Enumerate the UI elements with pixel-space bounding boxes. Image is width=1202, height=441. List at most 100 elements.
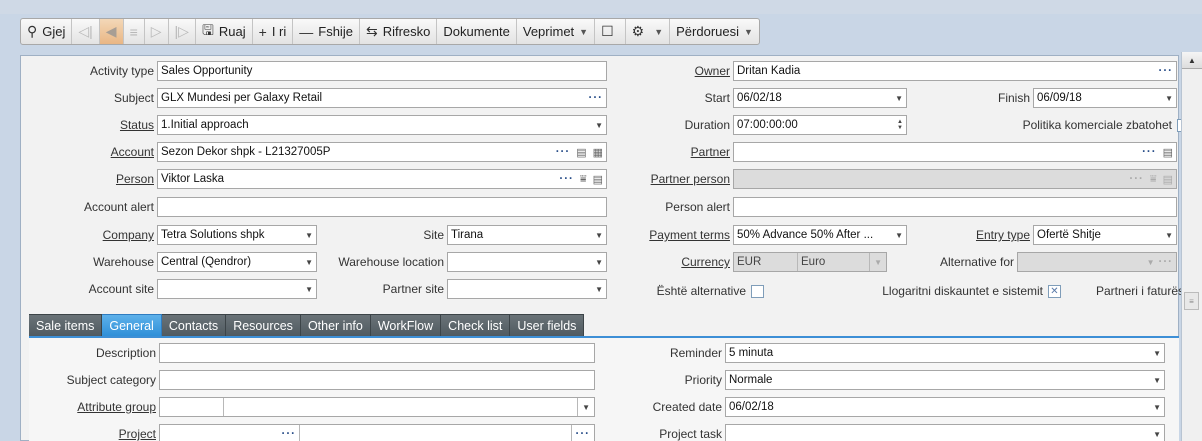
tab-resources[interactable]: Resources bbox=[226, 314, 301, 336]
next-record-button[interactable]: ▷ bbox=[145, 19, 169, 44]
owner-field[interactable]: Dritan Kadia ··· bbox=[733, 61, 1177, 81]
finish-date-field[interactable]: 06/09/18 ▼ bbox=[1033, 88, 1177, 108]
company-select[interactable]: Tetra Solutions shpk ▼ bbox=[157, 225, 317, 245]
calendar-icon[interactable]: ▦ bbox=[593, 146, 603, 159]
payment-terms-link[interactable]: Payment terms bbox=[631, 228, 733, 242]
owner-link[interactable]: Owner bbox=[631, 64, 733, 78]
documents-button[interactable]: Dokumente bbox=[437, 19, 517, 44]
account-site-select[interactable]: ▼ bbox=[157, 279, 317, 299]
new-button[interactable]: + I ri bbox=[253, 19, 294, 44]
search-button[interactable]: ⚲ Gjej bbox=[21, 19, 73, 44]
more-icon[interactable]: ··· bbox=[1142, 146, 1157, 158]
currency-select[interactable]: EUR Euro ▼ bbox=[733, 252, 887, 272]
contact-card-icon[interactable]: ▤ bbox=[1163, 146, 1173, 159]
chevron-down-icon: ▼ bbox=[595, 120, 603, 130]
warehouse-location-select[interactable]: ▼ bbox=[447, 252, 607, 272]
contact-card-icon[interactable]: ▤ bbox=[576, 146, 586, 159]
warehouse-value: Central (Qendror) bbox=[161, 256, 252, 268]
contact-card-icon[interactable]: ▤ bbox=[593, 173, 603, 186]
subject-category-field[interactable] bbox=[159, 370, 595, 390]
attribute-group-row: Attribute group ▼ bbox=[29, 397, 595, 417]
settings-menu[interactable]: ⚙ ▼ bbox=[626, 19, 671, 44]
tab-contacts[interactable]: Contacts bbox=[161, 314, 227, 336]
attribute-group-select[interactable]: ▼ bbox=[159, 397, 595, 417]
system-discounts-checkbox[interactable]: ✕ bbox=[1048, 284, 1061, 298]
person-link[interactable]: Person bbox=[21, 172, 157, 186]
invoice-partner-label: Partneri i faturës bbox=[1095, 284, 1184, 298]
tab-workflow[interactable]: WorkFlow bbox=[370, 314, 442, 336]
attribute-group-link[interactable]: Attribute group bbox=[29, 400, 159, 414]
site-select[interactable]: Tirana ▼ bbox=[447, 225, 607, 245]
previous-record-button[interactable]: ◀ bbox=[99, 19, 124, 44]
scroll-up-icon[interactable]: ▲ bbox=[1182, 52, 1202, 69]
more-icon[interactable]: ··· bbox=[282, 428, 297, 440]
status-link[interactable]: Status bbox=[21, 118, 157, 132]
activity-type-value: Sales Opportunity bbox=[161, 65, 253, 77]
chevron-down-icon: ▼ bbox=[874, 257, 882, 267]
account-field[interactable]: Sezon Dekor shpk - L21327005P ··· ▤ ▦ bbox=[157, 142, 607, 162]
tab-user-fields[interactable]: User fields bbox=[510, 314, 585, 336]
tab-check-list[interactable]: Check list bbox=[441, 314, 511, 336]
tab-sale-items[interactable]: Sale items bbox=[29, 314, 103, 336]
priority-select[interactable]: Normale ▼ bbox=[725, 370, 1165, 390]
search-icon: ⚲ bbox=[27, 23, 38, 39]
more-icon: ··· bbox=[1158, 256, 1173, 268]
more-icon[interactable]: ··· bbox=[589, 92, 604, 104]
created-date-field[interactable]: 06/02/18 ▼ bbox=[725, 397, 1165, 417]
status-select[interactable]: 1.Initial approach ▼ bbox=[157, 115, 607, 135]
project-task-select[interactable]: ▼ bbox=[725, 424, 1165, 441]
first-record-button[interactable]: ◁| bbox=[72, 19, 100, 44]
warehouse-select[interactable]: Central (Qendror) ▼ bbox=[157, 252, 317, 272]
entry-type-link[interactable]: Entry type bbox=[907, 228, 1033, 242]
vertical-scrollbar[interactable]: ▲ ≡ bbox=[1181, 52, 1202, 441]
account-alert-field[interactable] bbox=[157, 197, 607, 217]
payment-terms-select[interactable]: 50% Advance 50% After ... ▼ bbox=[733, 225, 907, 245]
refresh-button[interactable]: ⇆ Rifresko bbox=[360, 19, 438, 44]
delete-button[interactable]: — Fshije bbox=[293, 19, 360, 44]
warehouse-location-label: Warehouse location bbox=[338, 255, 444, 269]
more-icon[interactable]: ··· bbox=[559, 173, 574, 185]
partner-site-select[interactable]: ▼ bbox=[447, 279, 607, 299]
list-button[interactable]: ≡ bbox=[124, 19, 145, 44]
currency-row: Currency EUR Euro ▼ Alternative for ▼ ··· bbox=[631, 252, 1177, 272]
subject-field[interactable]: GLX Mundesi per Galaxy Retail ··· bbox=[157, 88, 607, 108]
subject-label: Subject bbox=[113, 91, 154, 105]
reminder-select[interactable]: 5 minuta ▼ bbox=[725, 343, 1165, 363]
site-label: Site bbox=[423, 228, 444, 242]
project-field[interactable]: ··· ··· bbox=[159, 424, 595, 441]
last-record-button[interactable]: |▷ bbox=[169, 19, 196, 44]
project-link[interactable]: Project bbox=[29, 427, 159, 441]
chevron-down-icon: ▼ bbox=[595, 257, 603, 267]
payment-terms-row: Payment terms 50% Advance 50% After ... ▼… bbox=[631, 225, 1177, 245]
user-menu[interactable]: Përdoruesi ▼ bbox=[670, 19, 759, 44]
filter-icon[interactable]: ⩸ bbox=[580, 173, 587, 186]
entry-type-select[interactable]: Ofertë Shitje ▼ bbox=[1033, 225, 1177, 245]
more-icon[interactable]: ··· bbox=[556, 146, 571, 158]
company-link[interactable]: Company bbox=[21, 228, 157, 242]
start-date-field[interactable]: 06/02/18 ▼ bbox=[733, 88, 907, 108]
minus-icon: — bbox=[299, 23, 314, 40]
start-row: Start 06/02/18 ▼ Finish 06/09/18 ▼ bbox=[631, 88, 1177, 108]
actions-menu[interactable]: Veprimet ▼ bbox=[517, 19, 596, 44]
report-button[interactable]: ☐ bbox=[595, 19, 626, 44]
account-link[interactable]: Account bbox=[21, 145, 157, 159]
subject-value: GLX Mundesi per Galaxy Retail bbox=[161, 92, 323, 104]
save-button[interactable]: 🖫 Ruaj bbox=[196, 19, 253, 44]
is-alternative-checkbox[interactable] bbox=[751, 284, 764, 298]
person-alert-field[interactable] bbox=[733, 197, 1177, 217]
partner-link[interactable]: Partner bbox=[631, 145, 733, 159]
person-field[interactable]: Viktor Laska ··· ⩸ ▤ bbox=[157, 169, 607, 189]
chevron-down-icon: ▼ bbox=[595, 284, 603, 294]
currency-link[interactable]: Currency bbox=[631, 255, 733, 269]
partner-person-link[interactable]: Partner person bbox=[631, 172, 733, 186]
tab-general[interactable]: General bbox=[102, 314, 162, 336]
more-icon[interactable]: ··· bbox=[1159, 65, 1174, 77]
partner-field[interactable]: ··· ▤ bbox=[733, 142, 1177, 162]
scroll-thumb[interactable]: ≡ bbox=[1184, 292, 1199, 310]
tab-other-info[interactable]: Other info bbox=[300, 314, 371, 336]
description-field[interactable] bbox=[159, 343, 595, 363]
spinner-arrows-icon[interactable]: ▲ ▼ bbox=[897, 119, 903, 131]
more-icon[interactable]: ··· bbox=[576, 428, 591, 440]
duration-spinner[interactable]: 07:00:00:00 ▲ ▼ bbox=[733, 115, 907, 135]
activity-type-field[interactable]: Sales Opportunity bbox=[157, 61, 607, 81]
